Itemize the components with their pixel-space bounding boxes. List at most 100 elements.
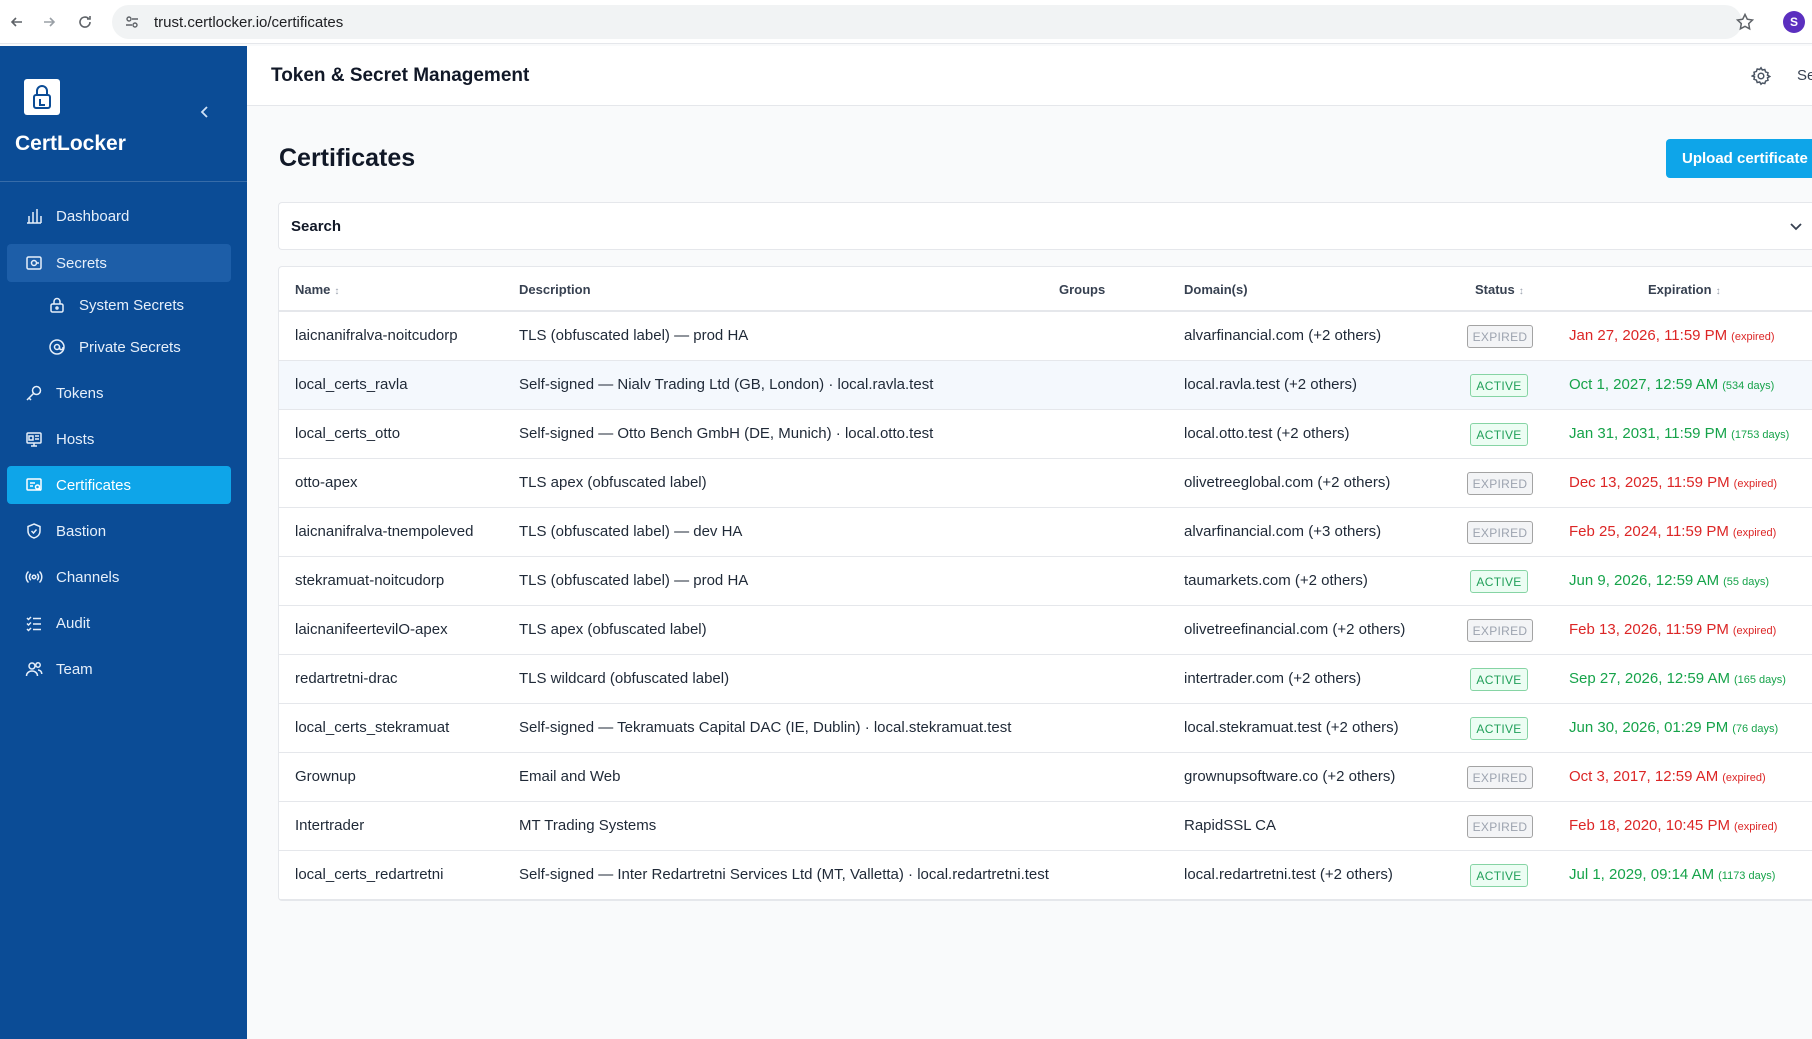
search-label: Search: [291, 217, 342, 235]
reload-icon[interactable]: [74, 11, 96, 33]
sidebar-item-bastion[interactable]: Bastion: [7, 512, 231, 550]
sidebar-item-label: Audit: [56, 614, 91, 632]
hosts-icon: [24, 429, 44, 449]
cert-expiration: Dec 13, 2025, 11:59 PM (expired): [1569, 474, 1777, 491]
cert-description: TLS apex (obfuscated label): [519, 621, 707, 638]
sort-icon: ↕: [1715, 286, 1721, 297]
team-icon: [24, 659, 44, 679]
cert-domains: intertrader.com (+2 others): [1184, 670, 1362, 687]
column-header-status[interactable]: Status ↕: [1475, 282, 1524, 297]
cert-expiration: Feb 25, 2024, 11:59 PM (expired): [1569, 523, 1776, 540]
sidebar-item-certificates[interactable]: Certificates: [7, 466, 231, 504]
table-row[interactable]: local_certs_redartretni Self-signed — Int…: [279, 851, 1812, 900]
sidebar-item-system-secrets[interactable]: System Secrets: [7, 286, 231, 324]
table-row[interactable]: local_certs_ravla Self-signed — Nialv Tra…: [279, 361, 1812, 410]
cert-description: TLS (obfuscated label) — prod HA: [519, 327, 749, 344]
bookmark-star-icon[interactable]: [1735, 12, 1755, 32]
header-title: Token & Secret Management: [271, 65, 530, 86]
sidebar-item-secrets[interactable]: Secrets: [7, 244, 231, 282]
collapse-sidebar-icon[interactable]: [196, 103, 214, 121]
cert-domains: local.ravla.test (+2 others): [1184, 376, 1357, 393]
cert-domains: local.redartretni.test (+2 others): [1184, 866, 1393, 883]
cert-name[interactable]: Intertrader: [295, 817, 364, 834]
expiration-note: (expired): [1733, 821, 1778, 833]
cert-name[interactable]: stekramuat-noitcudorp: [295, 572, 444, 589]
cert-name[interactable]: otto-apex: [295, 474, 358, 491]
status-badge: EXPIRED: [1467, 766, 1533, 789]
cert-domains: grownupsoftware.co (+2 others): [1184, 768, 1396, 785]
sidebar: CertLocker Dashboard Secrets System Secr…: [0, 46, 247, 1039]
table-row[interactable]: otto-apex TLS apex (obfuscated label) oliv…: [279, 459, 1812, 508]
expiration-note: (expired): [1722, 772, 1766, 784]
sidebar-item-team[interactable]: Team: [7, 650, 231, 688]
cert-name[interactable]: local_certs_otto: [295, 425, 400, 442]
expiration-date: Feb 13, 2026, 11:59 PM: [1569, 621, 1729, 638]
at-sign-icon: [47, 337, 67, 357]
cert-description: TLS wildcard (obfuscated label): [519, 670, 730, 687]
url-text[interactable]: trust.certlocker.io/certificates: [154, 14, 343, 31]
sidebar-item-label: Dashboard: [56, 207, 130, 225]
table-row[interactable]: laicnanifeertevilO-apex TLS apex (obfusca…: [279, 606, 1812, 655]
cert-expiration: Feb 18, 2020, 10:45 PM (expired): [1569, 817, 1777, 834]
expiration-date: Jan 31, 2031, 11:59 PM: [1569, 425, 1728, 442]
column-header-name[interactable]: Name ↕: [295, 282, 339, 297]
forward-icon[interactable]: [38, 11, 60, 33]
sidebar-item-hosts[interactable]: Hosts: [7, 420, 231, 458]
expiration-note: (1753 days): [1731, 429, 1790, 441]
sidebar-item-dashboard[interactable]: Dashboard: [7, 197, 231, 235]
table-row[interactable]: local_certs_otto Self-signed — Otto Bench…: [279, 410, 1812, 459]
cert-domains: local.otto.test (+2 others): [1184, 425, 1350, 442]
column-header-expiration[interactable]: Expiration ↕: [1648, 282, 1721, 297]
expiration-note: (expired): [1732, 625, 1777, 637]
profile-avatar[interactable]: S: [1783, 11, 1805, 33]
cert-name[interactable]: redartretni-drac: [295, 670, 398, 687]
cert-name[interactable]: laicnanifralva-tnempoleved: [295, 523, 473, 540]
search-panel[interactable]: Search: [278, 202, 1812, 250]
cert-description: Self-signed — Otto Bench GmbH (DE, Munic…: [519, 425, 934, 442]
cert-description: TLS apex (obfuscated label): [519, 474, 707, 491]
status-badge: ACTIVE: [1470, 717, 1528, 740]
back-icon[interactable]: [6, 11, 28, 33]
cert-name[interactable]: local_certs_stekramuat: [295, 719, 449, 736]
upload-certificate-button[interactable]: Upload certificate: [1666, 139, 1812, 178]
site-settings-icon[interactable]: [124, 14, 140, 30]
main-content: Token & Secret Management Se Certificate…: [247, 46, 1812, 1039]
table-row[interactable]: Intertrader MT Trading Systems RapidSSL CA…: [279, 802, 1812, 851]
table-header: Name ↕ Description Groups Domain(s) Statu…: [279, 267, 1812, 312]
table-row[interactable]: laicnanifralva-tnempoleved TLS (obfuscate…: [279, 508, 1812, 557]
status-badge: ACTIVE: [1470, 570, 1528, 593]
chevron-down-icon[interactable]: [1787, 217, 1805, 235]
sidebar-item-channels[interactable]: Channels: [7, 558, 231, 596]
cert-name[interactable]: Grownup: [295, 768, 356, 785]
table-row[interactable]: redartretni-drac TLS wildcard (obfuscated…: [279, 655, 1812, 704]
cert-expiration: Oct 1, 2027, 12:59 AM (534 days): [1569, 376, 1774, 393]
table-row[interactable]: Grownup Email and Web grownupsoftware.co (…: [279, 753, 1812, 802]
cert-name[interactable]: local_certs_ravla: [295, 376, 408, 393]
cert-name[interactable]: laicnanifralva-noitcudorp: [295, 327, 458, 344]
cert-description: Self-signed — Inter Redartretni Services…: [519, 866, 1049, 883]
table-row[interactable]: local_certs_stekramuat Self-signed — Tekr…: [279, 704, 1812, 753]
cert-expiration: Jan 31, 2031, 11:59 PM (1753 days): [1569, 425, 1789, 442]
expiration-note: (534 days): [1722, 380, 1775, 392]
sidebar-divider: [0, 181, 247, 182]
cert-name[interactable]: local_certs_redartretni: [295, 866, 443, 883]
table-row[interactable]: laicnanifralva-noitcudorp TLS (obfuscated…: [279, 312, 1812, 361]
certlocker-logo-icon: [24, 79, 60, 115]
sidebar-item-tokens[interactable]: Tokens: [7, 374, 231, 412]
sidebar-item-audit[interactable]: Audit: [7, 604, 231, 642]
cert-name[interactable]: laicnanifeertevilO-apex: [295, 621, 448, 638]
sidebar-item-private-secrets[interactable]: Private Secrets: [7, 328, 231, 366]
gear-icon[interactable]: [1751, 66, 1771, 86]
expiration-note: (expired): [1733, 478, 1778, 490]
cert-domains: olivetreeglobal.com (+2 others): [1184, 474, 1391, 491]
cert-description: MT Trading Systems: [519, 817, 657, 834]
header-user-menu[interactable]: Se: [1797, 67, 1812, 84]
expiration-date: Jul 1, 2029, 09:14 AM: [1569, 866, 1715, 883]
status-badge: EXPIRED: [1467, 815, 1533, 838]
table-row[interactable]: stekramuat-noitcudorp TLS (obfuscated lab…: [279, 557, 1812, 606]
column-header-domains: Domain(s): [1184, 282, 1248, 297]
address-bar[interactable]: trust.certlocker.io/certificates: [112, 5, 1742, 39]
sidebar-item-label: Hosts: [56, 430, 95, 448]
expiration-date: Oct 1, 2027, 12:59 AM: [1569, 376, 1719, 393]
key-icon: [24, 383, 44, 403]
